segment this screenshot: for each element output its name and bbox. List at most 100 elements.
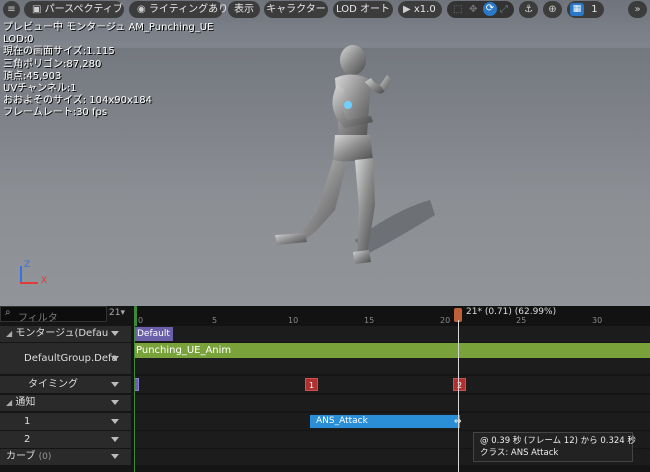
axis-gizmo: Z X bbox=[14, 260, 54, 292]
playhead-detail: (0.71) (62.99%) bbox=[484, 307, 557, 317]
timing-marker[interactable]: 1 bbox=[305, 378, 318, 391]
lighting-label: ライティングあり bbox=[148, 4, 229, 15]
notify-track-1-label[interactable]: 1 bbox=[0, 413, 131, 430]
viewport-menu-button[interactable]: ≡ bbox=[3, 1, 20, 18]
more-options-button[interactable]: » bbox=[628, 1, 647, 18]
curve-label: カーブ bbox=[6, 451, 36, 462]
montage-timeline: ⌕ フィルタ 21▾ 0 5 10 15 20 25 30 21* (0.71)… bbox=[0, 306, 650, 472]
timing-track-label[interactable]: タイミング bbox=[0, 376, 131, 393]
default-section-label: Default bbox=[137, 329, 170, 339]
ruler-tick: 25 bbox=[516, 316, 527, 325]
notify-tooltip: @ 0.39 秒 (フレーム 12) から 0.324 秒 クラス: ANS A… bbox=[473, 432, 636, 462]
vertices-stat: 頂点:45,903 bbox=[3, 70, 62, 82]
frame-rate-stat: フレームレート:30 fps bbox=[3, 107, 108, 119]
grid-count: 1 bbox=[591, 4, 598, 15]
camera-icon: ▣ bbox=[32, 4, 42, 15]
playback-speed-label: x1.0 bbox=[413, 4, 436, 15]
timing-track-row: 1 2 bbox=[134, 376, 650, 393]
dropdown-caret-icon[interactable] bbox=[111, 418, 119, 424]
ruler-tick: 0 bbox=[138, 316, 144, 325]
chevron-double-right-icon: » bbox=[634, 4, 641, 15]
notify-state-bar[interactable]: ANS_Attack bbox=[310, 415, 460, 428]
viewport-stats: プレビュー中 モンタージュ AM_Punching_UE LOD:0 現在の画面… bbox=[3, 22, 213, 120]
character-button[interactable]: キャラクター bbox=[264, 1, 328, 18]
range-start-marker[interactable] bbox=[134, 306, 137, 326]
grid-icon: ▦ bbox=[570, 3, 584, 16]
filter-placeholder: フィルタ bbox=[18, 313, 58, 324]
axis-x-label: X bbox=[41, 276, 48, 286]
playhead-frame: 21* (0.71) (62.99%) bbox=[466, 307, 557, 317]
viewport-toolbar: ≡ ▣ パースペクティブ ◉ ライティングあり 表示 キャラクター LOD オー… bbox=[0, 0, 650, 20]
range-start-line bbox=[134, 326, 135, 472]
chevron-down-icon: ▾ bbox=[120, 308, 125, 318]
ruler-tick: 5 bbox=[212, 316, 218, 325]
preview-title: プレビュー中 モンタージュ AM_Punching_UE bbox=[3, 22, 214, 33]
dropdown-caret-icon[interactable] bbox=[111, 381, 119, 387]
playhead-frame-number: 21 bbox=[466, 307, 478, 317]
lod-button[interactable]: LOD オート bbox=[333, 1, 393, 18]
notify-label: 通知 bbox=[15, 397, 36, 408]
anim-segment-label: Punching_UE_Anim bbox=[136, 345, 232, 356]
dropdown-caret-icon[interactable] bbox=[111, 400, 119, 405]
dropdown-caret-icon[interactable] bbox=[111, 355, 119, 361]
ruler-tick: 20 bbox=[440, 316, 451, 325]
frame-count-dropdown[interactable]: 21▾ bbox=[109, 308, 125, 318]
dropdown-caret-icon[interactable] bbox=[111, 331, 119, 336]
frame-count: 21 bbox=[109, 308, 121, 318]
snap-button[interactable]: ⚓ bbox=[519, 1, 538, 18]
slot-track-label[interactable]: DefaultGroup.Defa bbox=[0, 343, 131, 374]
move-tool-icon[interactable]: ✥ bbox=[469, 1, 477, 18]
montage-track-label[interactable]: ◢ モンタージュ(Defau bbox=[0, 326, 131, 342]
axis-z-label: Z bbox=[24, 260, 31, 270]
dropdown-caret-icon[interactable] bbox=[111, 454, 119, 459]
tooltip-class: クラス: ANS Attack bbox=[480, 448, 559, 458]
notify-track-1-row: ANS_Attack ⇔ bbox=[134, 413, 650, 430]
timing-marker[interactable]: 2 bbox=[453, 378, 466, 391]
time-ruler[interactable]: 0 5 10 15 20 25 30 21* (0.71) (62.99%) bbox=[134, 306, 650, 327]
snap-icon: ⚓ bbox=[524, 4, 533, 15]
triangles-stat: 三角ポリゴン:87,280 bbox=[3, 58, 102, 70]
montage-label: モンタージュ(Defau bbox=[15, 328, 109, 339]
lod-stat: LOD:0 bbox=[3, 34, 34, 46]
slot-group-label: DefaultGroup.Defa bbox=[24, 353, 118, 364]
notify-track-label[interactable]: ◢ 通知 bbox=[0, 395, 131, 411]
timing-label: タイミング bbox=[28, 379, 78, 390]
world-local-button[interactable]: ⊕ bbox=[543, 1, 562, 18]
ruler-tick: 30 bbox=[592, 316, 603, 325]
lighting-button[interactable]: ◉ ライティングあり bbox=[129, 1, 228, 18]
playback-speed-button[interactable]: ▶ x1.0 bbox=[398, 1, 442, 18]
lod-label: LOD オート bbox=[336, 4, 390, 15]
show-button[interactable]: 表示 bbox=[228, 1, 260, 18]
globe-icon: ⊕ bbox=[548, 4, 557, 15]
rotate-tool-icon[interactable]: ⟳ bbox=[483, 2, 497, 16]
curve-count: (0) bbox=[38, 452, 52, 462]
notify-track-2-label[interactable]: 2 bbox=[0, 431, 131, 448]
dropdown-caret-icon[interactable] bbox=[111, 436, 119, 442]
montage-section-row: Default bbox=[134, 326, 650, 342]
mannequin-character bbox=[275, 45, 435, 264]
scale-tool-icon[interactable]: ⤢ bbox=[500, 1, 508, 18]
slot-track-row: Punching_UE_Anim bbox=[134, 343, 650, 374]
transform-tools-group: ⬚ ✥ ⟳ ⤢ bbox=[447, 1, 514, 18]
lighting-icon: ◉ bbox=[137, 4, 146, 15]
curve-track-label[interactable]: カーブ (0) bbox=[0, 449, 131, 465]
filter-box[interactable]: ⌕ フィルタ bbox=[0, 306, 107, 324]
preview-viewport[interactable]: ≡ ▣ パースペクティブ ◉ ライティングあり 表示 キャラクター LOD オー… bbox=[0, 0, 650, 306]
playhead-line bbox=[458, 320, 459, 472]
perspective-button[interactable]: ▣ パースペクティブ bbox=[24, 1, 124, 18]
ruler-tick: 10 bbox=[288, 316, 299, 325]
uv-channels-stat: UVチャンネル:1 bbox=[3, 82, 77, 94]
default-section[interactable]: Default bbox=[134, 327, 173, 341]
perspective-label: パースペクティブ bbox=[44, 4, 123, 15]
notify-name: ANS_Attack bbox=[316, 416, 368, 426]
chevron-down-icon: ◢ bbox=[6, 398, 13, 407]
anim-segment[interactable]: Punching_UE_Anim bbox=[134, 343, 650, 358]
show-label: 表示 bbox=[234, 4, 254, 15]
grid-snap-button[interactable]: ▦ 1 bbox=[567, 1, 604, 18]
chevron-down-icon: ◢ bbox=[6, 329, 13, 338]
track-1-label: 1 bbox=[24, 416, 31, 427]
approx-size-stat: おおよそのサイズ: 104x90x184 bbox=[3, 95, 152, 107]
play-icon: ▶ bbox=[403, 4, 411, 15]
select-tool-icon[interactable]: ⬚ bbox=[453, 1, 462, 18]
ruler-tick: 15 bbox=[364, 316, 375, 325]
